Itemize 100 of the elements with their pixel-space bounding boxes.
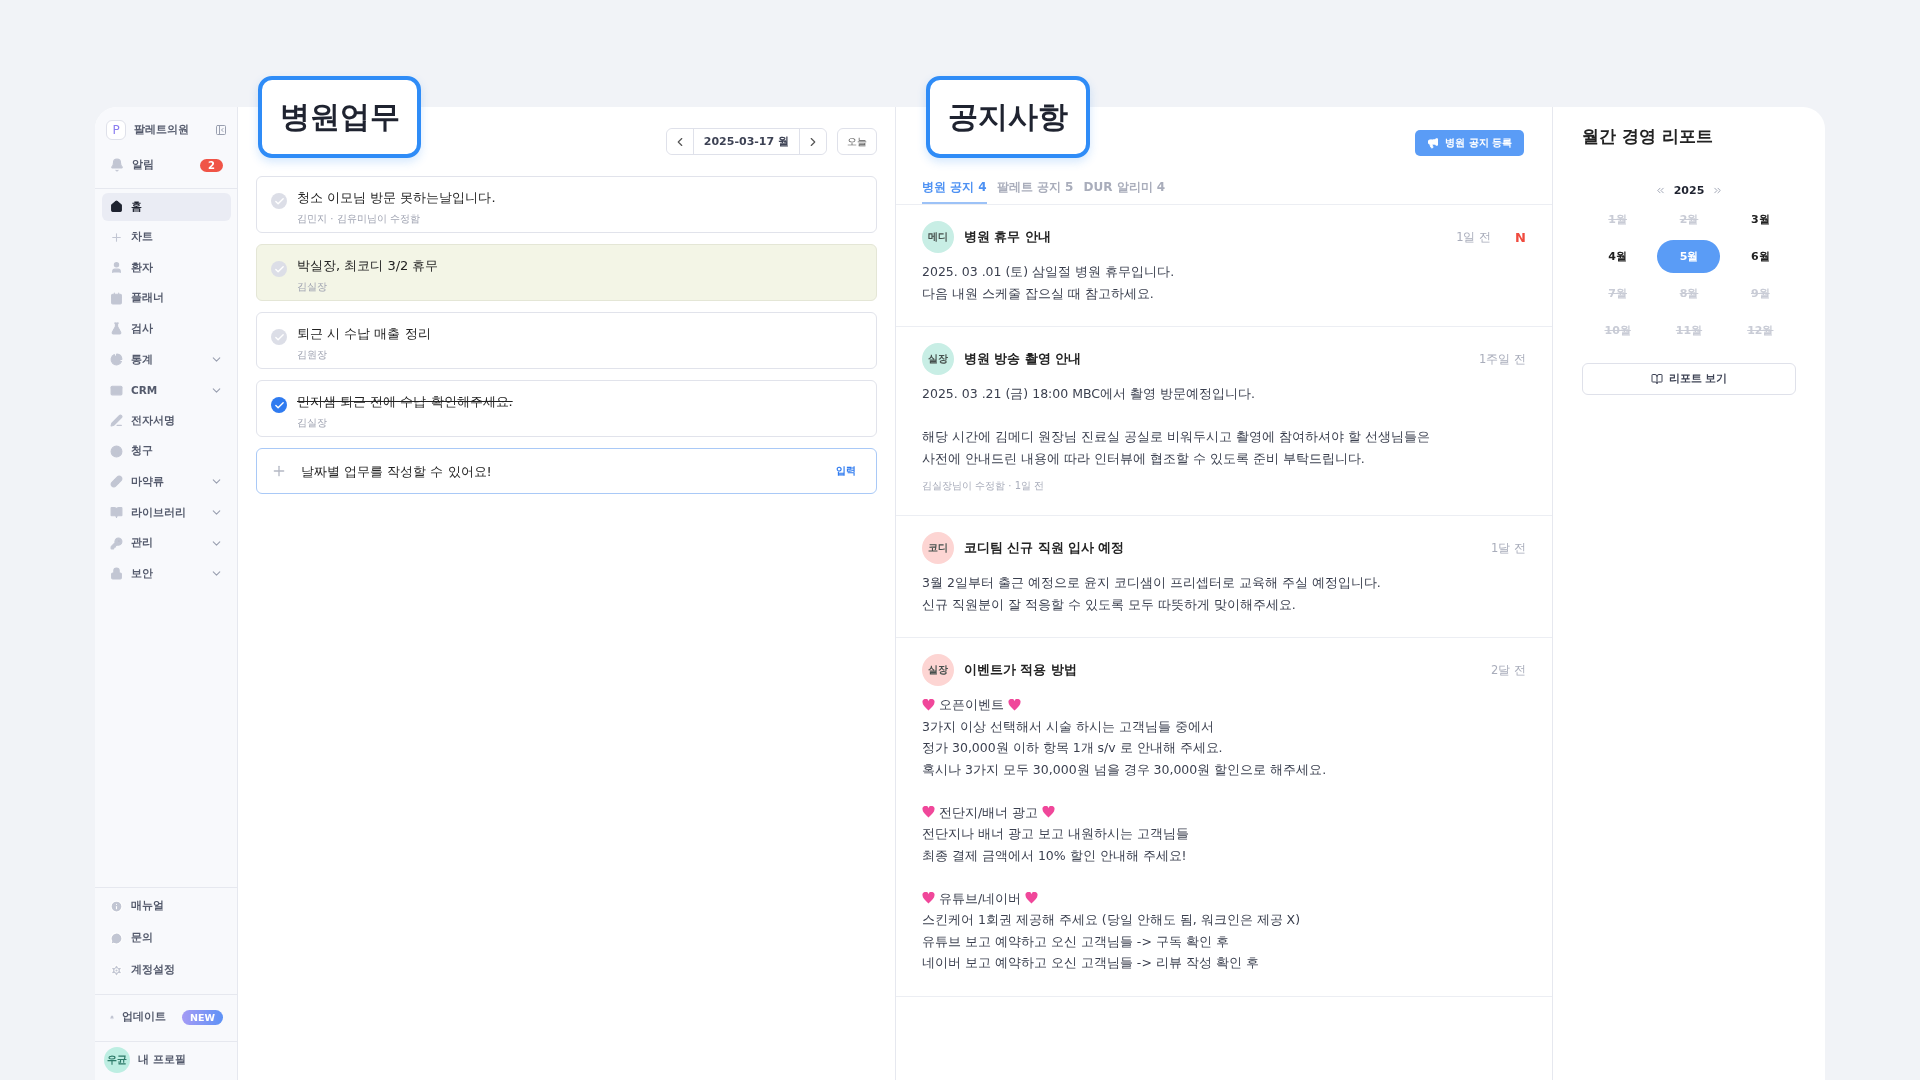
notice-line: 2025. 03 .21 (금) 18:00 MBC에서 촬영 방문예정입니다. — [922, 385, 1255, 403]
month-option[interactable]: 3월 — [1728, 203, 1792, 236]
heart-icon — [1008, 698, 1021, 711]
heart-icon — [922, 892, 935, 905]
notice-line: 신규 직원분이 잘 적응할 수 있도록 모두 따뜻하게 맞이해주세요. — [922, 595, 1296, 614]
home-icon — [110, 200, 123, 214]
submit-link[interactable]: 입력 — [830, 463, 862, 479]
notice-time: 1달 전 — [1491, 540, 1526, 556]
check-icon[interactable] — [271, 329, 287, 345]
calendar-icon — [110, 291, 123, 305]
author-avatar: 실장 — [922, 654, 954, 686]
notice-line: 네이버 보고 예약하고 오신 고객님들 -> 리뷰 작성 확인 후 — [922, 954, 1259, 972]
notice-line: 혹시나 3가지 모두 30,000원 넘을 경우 30,000원 할인으로 해주세요. — [922, 760, 1327, 779]
author-avatar: 실장 — [922, 343, 954, 375]
flask-icon — [110, 322, 123, 336]
update-item[interactable]: 업데이트 NEW — [102, 1003, 231, 1031]
author-avatar: 메디 — [922, 221, 954, 253]
task-title: 퇴근 시 수납 매출 정리 — [297, 325, 431, 343]
nav-item[interactable]: 라이브러리 — [102, 498, 231, 527]
section-title: 공지사항 — [926, 76, 1090, 158]
nav-item[interactable]: 마약류 — [102, 467, 231, 496]
nav-item[interactable]: 문의 — [102, 924, 231, 952]
notice-line: 유튜브 보고 예약하고 오신 고객님들 -> 구독 확인 후 — [922, 932, 1229, 951]
check-icon[interactable] — [271, 193, 287, 209]
notice-line: 스킨케어 1회권 제공해 주세요 (당일 안해도 됨, 워크인은 제공 X) — [922, 911, 1300, 929]
notice-line: 정가 30,000원 이하 항목 1개 s/v 로 안내해 주세요. — [922, 739, 1223, 757]
month-option[interactable]: 6월 — [1728, 240, 1792, 273]
task-title: 박실장, 최코디 3/2 휴무 — [297, 257, 439, 275]
alert-item[interactable]: 알림 2 — [102, 151, 231, 179]
next-year-icon[interactable] — [1712, 185, 1724, 196]
mail-icon — [110, 383, 123, 397]
new-mark: N — [1515, 229, 1526, 245]
check-icon[interactable] — [271, 261, 287, 277]
notice-heading: 오픈이벤트 — [939, 696, 1004, 714]
nav-item[interactable]: 환자 — [102, 253, 231, 282]
profile-item[interactable]: 우균 내 프로필 — [102, 1046, 231, 1074]
nav-item[interactable]: 홈 — [102, 192, 231, 221]
nav-item[interactable]: 플래너 — [102, 284, 231, 313]
book-icon — [110, 506, 123, 520]
previous-year-icon[interactable] — [1654, 185, 1666, 196]
report-title: 월간 경영 리포트 — [1582, 125, 1714, 148]
nav-item[interactable]: 보안 — [102, 559, 231, 588]
notice-line: 최종 결제 금액에서 10% 할인 안내해 주세요! — [922, 846, 1187, 865]
today-button[interactable]: 오늘 — [837, 128, 877, 155]
task-author: 김실장 — [297, 280, 328, 294]
task-title: 민지샘 퇴근 전에 수납 확인해주세요. — [297, 393, 513, 411]
notice-title[interactable]: 병원 휴무 안내 — [964, 228, 1051, 246]
clinic-name: 팔레트의원 — [134, 123, 189, 137]
month-option[interactable]: 4월 — [1586, 240, 1650, 273]
notice-line: 다음 내원 스케줄 잡으실 때 참고하세요. — [922, 284, 1154, 303]
settings-icon — [110, 963, 123, 977]
task-card[interactable]: 민지샘 퇴근 전에 수납 확인해주세요. 김실장 — [256, 380, 877, 437]
notice-title[interactable]: 이벤트가 적용 방법 — [964, 661, 1077, 679]
count-badge: 2 — [200, 158, 223, 172]
heart-icon — [922, 806, 935, 819]
new-badge: NEW — [182, 1009, 223, 1025]
notice-time: 1일 전 — [1456, 229, 1492, 245]
nav-item[interactable]: CRM — [102, 376, 231, 405]
nav-item[interactable]: 청구 — [102, 437, 231, 466]
info-icon — [110, 899, 123, 913]
pill-icon — [110, 475, 123, 489]
task-author: 김민지 · 김유미님이 수정함 — [297, 212, 421, 226]
plus-icon — [271, 463, 287, 479]
nav-item[interactable]: 차트 — [102, 223, 231, 252]
key-icon — [110, 536, 123, 550]
view-report-button[interactable]: 리포트 보기 — [1582, 363, 1796, 395]
nav-item[interactable]: 검사 — [102, 314, 231, 343]
task-card[interactable]: 퇴근 시 수납 매출 정리 김원장 — [256, 312, 877, 369]
nav-item[interactable]: 계정설정 — [102, 956, 231, 984]
profile-avatar: 우균 — [104, 1047, 130, 1073]
year-label: 2025 — [1673, 184, 1705, 197]
notice-title[interactable]: 코디팀 신규 직원 입사 예정 — [964, 539, 1125, 557]
notice-line: 해당 시간에 김메디 원장님 진료실 공실로 비워두시고 촬영에 참여하셔야 할 선생님들은 — [922, 428, 1430, 446]
notice-line: 전단지나 배너 광고 보고 내원하시는 고객님들 — [922, 825, 1189, 843]
task-title: 청소 이모님 방문 못하는날입니다. — [297, 189, 496, 207]
lock-icon — [110, 567, 123, 581]
notice-time: 2달 전 — [1491, 662, 1526, 678]
section-title: 병원업무 — [258, 76, 421, 158]
nav-item[interactable]: 통계 — [102, 345, 231, 374]
new-task-field[interactable]: 날짜별 업무를 작성할 수 있어요! 입력 — [256, 448, 877, 494]
task-card[interactable]: 청소 이모님 방문 못하는날입니다. 김민지 · 김유미님이 수정함 — [256, 176, 877, 233]
nav-item[interactable]: 관리 — [102, 529, 231, 558]
notice-line: 2025. 03 .01 (토) 삼일절 병원 휴무입니다. — [922, 263, 1175, 281]
edit-info: 김실장님이 수정함 · 1일 전 — [922, 479, 1046, 493]
notice-title[interactable]: 병원 방송 촬영 안내 — [964, 350, 1082, 368]
nav-item[interactable]: 전자서명 — [102, 406, 231, 435]
task-author: 김실장 — [297, 416, 328, 430]
heart-icon — [1025, 892, 1039, 905]
notice-heading: 전단지/배너 광고 — [939, 803, 1039, 822]
heart-icon — [1042, 806, 1056, 819]
task-card[interactable]: 박실장, 최코디 3/2 휴무 김실장 — [256, 244, 877, 301]
chat-icon — [110, 931, 123, 945]
nav-item[interactable]: 매뉴얼 — [102, 892, 231, 920]
notice-heading: 유튜브/네이버 — [939, 889, 1022, 908]
notice-line: 3가지 이상 선택해서 시술 하시는 고객님들 중에서 — [922, 717, 1214, 736]
megaphone-icon — [1427, 137, 1440, 149]
plus-icon — [110, 230, 123, 244]
collapse-icon[interactable] — [215, 124, 227, 136]
check-icon[interactable] — [271, 397, 287, 413]
notice-line: 사전에 안내드린 내용에 따라 인터뷰에 협조할 수 있도록 준비 부탁드립니다. — [922, 449, 1365, 468]
